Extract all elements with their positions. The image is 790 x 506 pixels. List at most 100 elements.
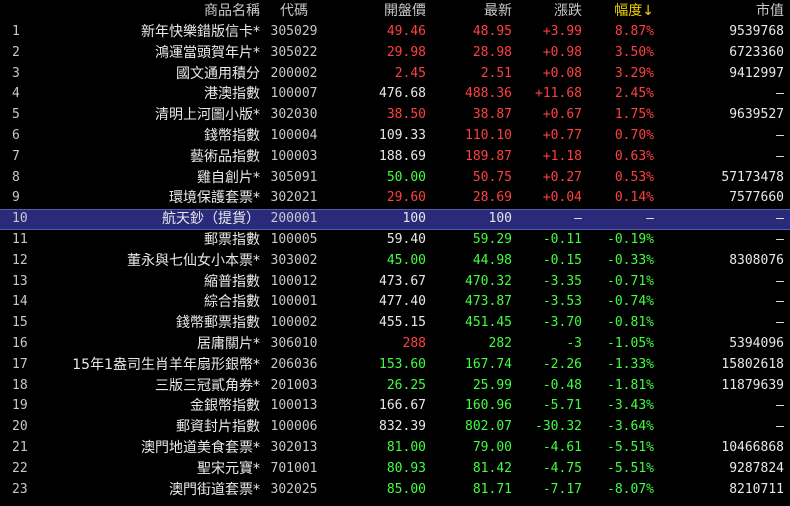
row-code: 100006 [270, 419, 318, 435]
row-market-value: 9287824 [729, 460, 784, 476]
row-code: 100005 [270, 232, 318, 247]
row-code: 303002 [270, 252, 318, 268]
table-row[interactable]: 1 新年快樂錯版信卡* 305029 49.46 48.95 +3.99 8.87% 9539… [0, 22, 790, 43]
table-row[interactable]: 3 國文通用積分 200002 2.45 2.51 +0.08 3.29% 9412997 [0, 64, 790, 85]
row-code: 100013 [270, 398, 318, 414]
table-row[interactable]: 10 航天鈔（提貨） 200001 100 100 — — — [0, 209, 790, 230]
row-name: 郵資封片指數 [176, 419, 260, 436]
row-code: 100002 [270, 315, 318, 331]
table-row[interactable]: 5 清明上河圖小版* 302030 38.50 38.87 +0.67 1.75% 96395… [0, 105, 790, 126]
row-name: 航天鈔（提貨） [162, 211, 260, 228]
table-row[interactable]: 17 15年1盎司生肖羊年扇形銀幣* 206036 153.60 167.74 -2.26… [0, 355, 790, 376]
row-index: 19 [12, 398, 28, 414]
table-row[interactable]: 21 澳門地道美食套票* 302013 81.00 79.00 -4.61 -5.51% 10… [0, 438, 790, 459]
row-name: 縮普指數 [204, 273, 260, 290]
row-name: 國文通用積分 [176, 65, 260, 82]
row-market-value: — [776, 232, 784, 247]
row-open: 81.00 [386, 440, 426, 455]
table-row[interactable]: 7 藝術品指數 100003 188.69 189.87 +1.18 0.63% — [0, 147, 790, 168]
row-index: 22 [12, 460, 28, 476]
row-market-value: 7577660 [729, 190, 784, 206]
row-name: 金銀幣指數 [190, 398, 260, 415]
table-row[interactable]: 15 錢幣郵票指數 100002 455.15 451.45 -3.70 -0.81% — [0, 313, 790, 334]
row-code: 200002 [270, 65, 318, 81]
row-pct: -8.07% [607, 481, 654, 497]
row-index: 9 [12, 190, 20, 206]
table-row[interactable]: 6 錢幣指數 100004 109.33 110.10 +0.77 0.70% — [0, 126, 790, 147]
header-market-value[interactable]: 市值 [660, 0, 784, 22]
row-open: 476.68 [379, 86, 426, 102]
table-row[interactable]: 22 聖宋元寶* 701001 80.93 81.42 -4.75 -5.51% 928782… [0, 459, 790, 480]
table-row[interactable]: 16 居庸關片* 306010 288 282 -3 -1.05% 5394096 [0, 334, 790, 355]
row-code: 206036 [270, 356, 318, 372]
row-open: 166.67 [379, 398, 426, 414]
header-change[interactable]: 漲跌 [514, 0, 582, 22]
row-last: 100 [488, 211, 512, 227]
table-row[interactable]: 11 郵票指數 100005 59.40 59.29 -0.11 -0.19% — [0, 230, 790, 251]
row-market-value: — [776, 86, 784, 102]
row-pct: -3.64% [607, 419, 654, 435]
row-change: -4.75 [542, 460, 582, 476]
row-code: 305029 [270, 24, 318, 39]
table-row[interactable]: 13 縮普指數 100012 473.67 470.32 -3.35 -0.71% — [0, 272, 790, 293]
table-header: 商品名稱 代碼 開盤價 最新 漲跌 幅度↓ 市值 [0, 0, 790, 22]
header-name[interactable]: 商品名稱 [40, 0, 260, 22]
row-last: 28.69 [472, 190, 512, 206]
row-pct: -0.19% [607, 232, 654, 247]
row-index: 8 [12, 169, 20, 185]
row-open: 80.93 [386, 460, 426, 476]
row-code: 302030 [270, 107, 318, 123]
row-index: 10 [12, 211, 28, 227]
row-change: +0.27 [542, 169, 582, 185]
row-pct: -1.81% [607, 377, 654, 393]
header-pct-sort[interactable]: 幅度↓ [586, 0, 654, 22]
header-code[interactable]: 代碼 [258, 0, 330, 22]
row-name: 綜合指數 [204, 294, 260, 311]
row-code: 305022 [270, 44, 318, 60]
row-change: -2.26 [542, 356, 582, 372]
row-last: 50.75 [472, 169, 512, 185]
row-pct: 0.53% [614, 169, 654, 185]
row-index: 4 [12, 86, 20, 102]
header-last[interactable]: 最新 [430, 0, 512, 22]
row-open: 38.50 [386, 107, 426, 123]
row-name: 環境保護套票* [169, 190, 260, 207]
row-change: -5.71 [542, 398, 582, 414]
table-row[interactable]: 9 環境保護套票* 302021 29.60 28.69 +0.04 0.14% 757766… [0, 188, 790, 209]
row-open: 188.69 [379, 148, 426, 164]
table-row[interactable]: 18 三版三冠貳角券* 201003 26.25 25.99 -0.48 -1.81% 118… [0, 376, 790, 397]
table-row[interactable]: 20 郵資封片指數 100006 832.39 802.07 -30.32 -3.64% — [0, 417, 790, 438]
row-last: 2.51 [480, 65, 512, 81]
row-market-value: 15802618 [721, 356, 784, 372]
row-market-value: — [776, 148, 784, 164]
row-last: 44.98 [472, 252, 512, 268]
row-market-value: 11879639 [721, 377, 784, 393]
row-index: 20 [12, 419, 28, 435]
row-last: 59.29 [472, 232, 512, 247]
row-last: 160.96 [465, 398, 512, 414]
table-row[interactable]: 14 綜合指數 100001 477.40 473.87 -3.53 -0.74% — [0, 292, 790, 313]
row-code: 305091 [270, 169, 318, 185]
row-change: +0.77 [542, 128, 582, 143]
row-name: 錢幣指數 [204, 128, 260, 144]
row-last: 473.87 [465, 294, 512, 310]
table-row[interactable]: 23 澳門街道套票* 302025 85.00 81.71 -7.17 -8.07% 8210… [0, 480, 790, 501]
table-row[interactable]: 2 鴻運當頭賀年片* 305022 29.98 28.98 +0.98 3.50% 67233… [0, 43, 790, 64]
table-row[interactable]: 4 港澳指數 100007 476.68 488.36 +11.68 2.45% — [0, 84, 790, 105]
row-open: 49.46 [386, 24, 426, 39]
row-name: 藝術品指數 [190, 148, 260, 165]
row-code: 306010 [270, 336, 318, 351]
row-pct: 0.70% [614, 128, 654, 143]
row-last: 470.32 [465, 273, 512, 289]
table-row[interactable]: 8 雞自創片* 305091 50.00 50.75 +0.27 0.53% 57173478 [0, 168, 790, 189]
row-open: 26.25 [386, 377, 426, 393]
row-pct: -5.51% [607, 440, 654, 455]
row-pct: 3.29% [614, 65, 654, 81]
row-change: -3.35 [542, 273, 582, 289]
header-open[interactable]: 開盤價 [332, 0, 426, 22]
table-row[interactable]: 12 董永與七仙女小本票* 303002 45.00 44.98 -0.15 -0.33% 8… [0, 251, 790, 272]
row-last: 25.99 [472, 377, 512, 393]
row-name: 居庸關片* [197, 336, 260, 352]
table-row[interactable]: 19 金銀幣指數 100013 166.67 160.96 -5.71 -3.43% — [0, 396, 790, 417]
row-code: 100004 [270, 128, 318, 143]
